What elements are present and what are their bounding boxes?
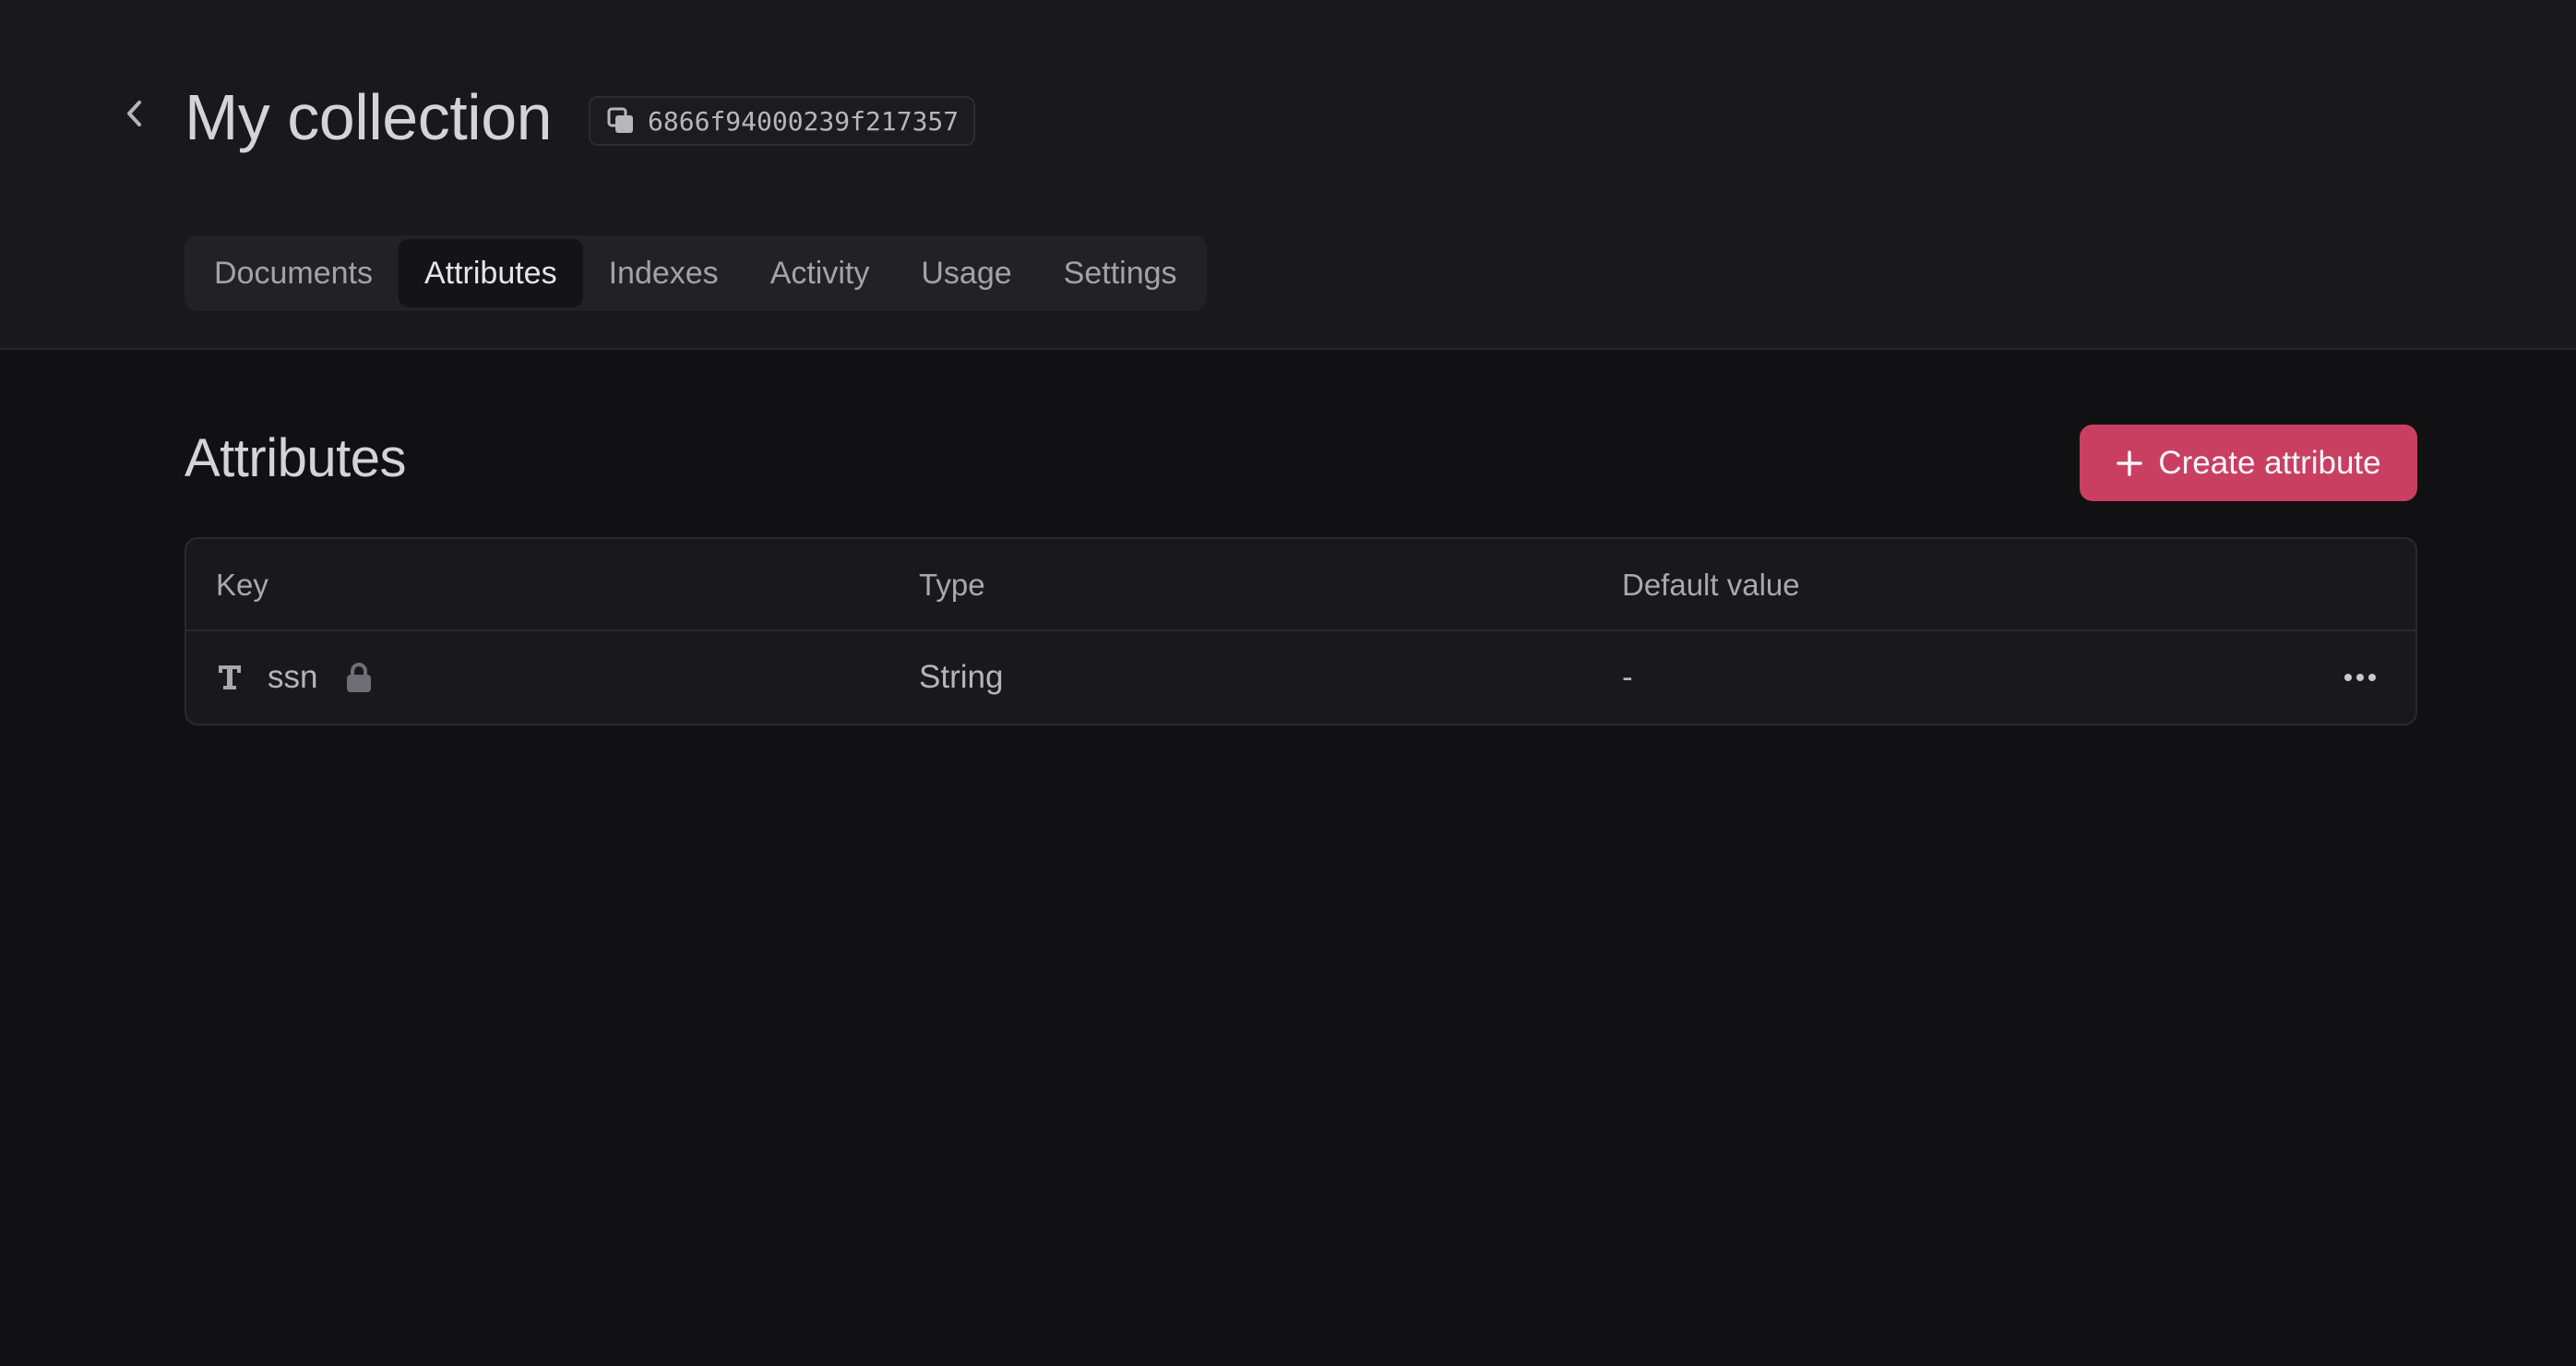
attribute-key: ssn [268,659,318,695]
copy-icon [607,107,633,133]
column-header-key: Key [216,568,268,602]
tab-usage[interactable]: Usage [895,239,1037,307]
tab-documents[interactable]: Documents [188,239,399,307]
attribute-default-value: - [1622,659,1633,695]
back-button[interactable] [116,95,153,132]
text-type-icon [219,665,241,689]
collection-id-copy-button[interactable]: 6866f94000239f217357 [589,96,976,146]
tab-attributes[interactable]: Attributes [398,239,583,307]
column-header-default-value: Default value [1622,568,1800,602]
tab-activity[interactable]: Activity [745,239,896,307]
tab-settings[interactable]: Settings [1038,239,1203,307]
plus-icon [2117,449,2143,476]
collection-tabs: Documents Attributes Indexes Activity Us… [185,235,1207,311]
lock-indicator [345,631,373,724]
more-horizontal-icon [2344,674,2376,681]
collection-header: My collection 6866f94000239f217357 Docum… [0,0,2576,350]
row-actions-button[interactable] [2340,659,2380,696]
create-attribute-label: Create attribute [2158,444,2381,481]
create-attribute-button[interactable]: Create attribute [2080,425,2417,501]
table-row[interactable]: ssn String - [186,631,2415,724]
attributes-table: Key Type Default value ssn String - [185,537,2417,725]
column-header-type: Type [919,568,985,602]
page-title: My collection [185,81,553,153]
tab-indexes[interactable]: Indexes [583,239,745,307]
chevron-left-icon [127,101,141,126]
table-header: Key Type Default value [186,539,2415,631]
lock-icon [347,663,371,692]
collection-id: 6866f94000239f217357 [648,105,960,137]
section-title: Attributes [185,428,407,488]
attribute-key-cell: ssn [218,631,317,724]
attribute-type: String [919,659,1004,695]
